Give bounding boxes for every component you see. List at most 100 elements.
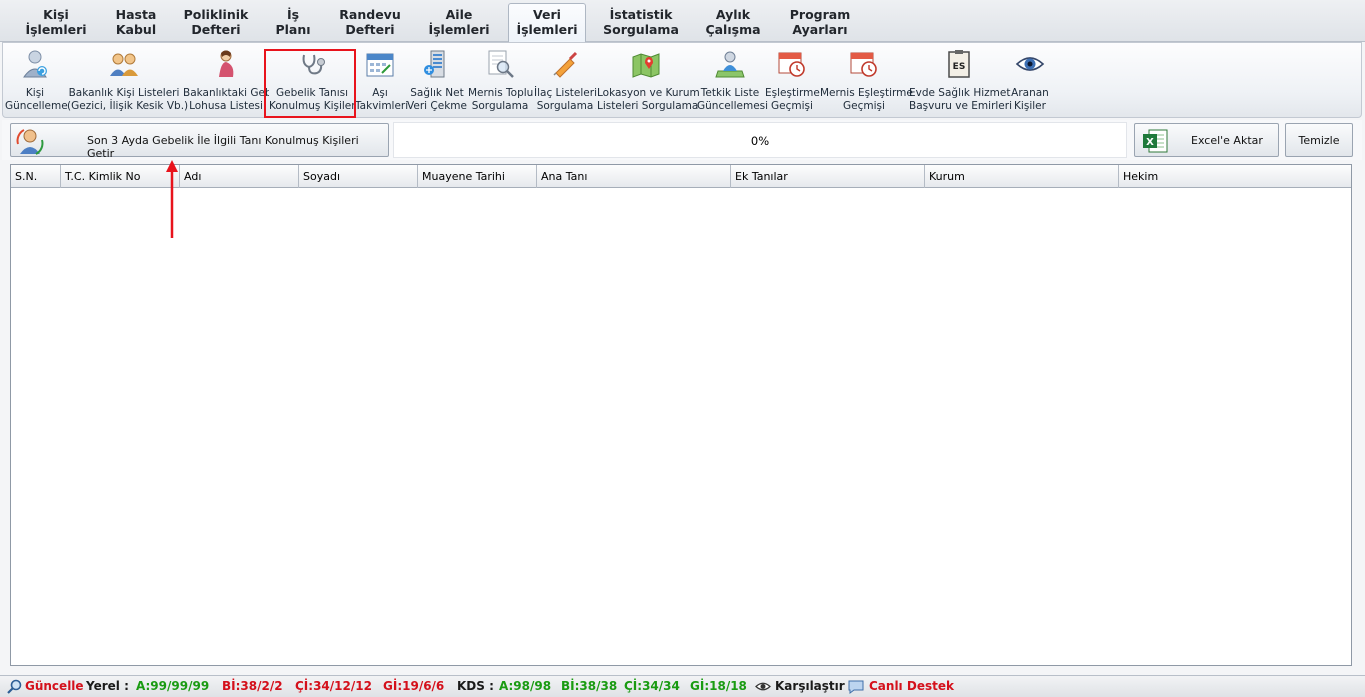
yerel-label: Yerel :	[86, 679, 129, 693]
tab-label: İşlemleri	[25, 22, 87, 37]
ribbon-label: Evde Sağlık Hizmet	[909, 87, 1011, 99]
ribbon-label: Bakanlıktaki Gebe	[183, 87, 269, 99]
kds-bi-value: Bİ:38/38	[561, 679, 618, 693]
ribbon-label: Güncellemesi	[697, 100, 769, 112]
ilac-listeleri-sorgulama-button[interactable]: İlaç Listeleri Sorgulama	[534, 47, 597, 115]
map-icon	[632, 53, 660, 78]
kds-label: KDS :	[457, 679, 494, 693]
ribbon-label: Sorgulama	[471, 100, 529, 112]
tetkik-liste-guncellemesi-button[interactable]: Tetkik Liste Güncellemesi	[697, 47, 768, 115]
export-excel-button[interactable]: X Excel'e Aktar	[1134, 123, 1279, 157]
ribbon-label: Takvimleri	[355, 100, 409, 112]
column-header-kurum[interactable]: Kurum	[925, 165, 1119, 188]
gebe-lohusa-listesi-button[interactable]: Bakanlıktaki Gebe Lohusa Listesi	[183, 47, 269, 115]
ribbon-label: Kişi	[25, 87, 45, 99]
tab-is-plani[interactable]: İş Planı	[263, 4, 323, 42]
ribbon-label: Mernis Eşleştirme	[820, 87, 913, 99]
excel-icon: X	[1143, 129, 1168, 153]
tab-kisi-islemleri[interactable]: Kişi İşlemleri	[22, 4, 90, 42]
people-group-icon	[110, 53, 138, 76]
ribbon-label: (Gezici, İlişik Kesik Vb.)	[67, 100, 189, 112]
person-map-icon	[715, 51, 745, 78]
ribbon-label: Güncelleme	[5, 100, 68, 112]
tab-label: Veri	[533, 7, 561, 22]
kds-ci-value: Çİ:34/34	[624, 679, 680, 693]
tab-label: Defteri	[191, 22, 241, 37]
tab-label: Kişi	[43, 7, 69, 22]
mernis-eslestirme-gecmisi-button[interactable]: Mernis Eşleştirme Geçmişi	[820, 47, 913, 115]
ribbon-label: Başvuru ve Emirleri	[909, 100, 1013, 112]
main-tab-bar: Kişi İşlemleri Hasta Kabul Poliklinik Defte…	[0, 0, 1365, 42]
ribbon-label: Sağlık Net	[410, 87, 464, 99]
yerel-bi-value: Bİ:38/2/2	[222, 679, 283, 693]
evde-saglik-hizmet-button[interactable]: ES Evde Sağlık Hizmet Başvuru ve Emirleri	[909, 47, 1013, 115]
yerel-a-value: A:99/99/99	[136, 679, 210, 693]
column-header-ana-tani[interactable]: Ana Tanı	[537, 165, 731, 188]
aranan-kisiler-button[interactable]: Aranan Kişiler	[1007, 47, 1053, 115]
ribbon-label: Veri Çekme	[407, 100, 467, 112]
tab-label: Poliklinik	[183, 7, 249, 22]
clear-button-label: Temizle	[1298, 133, 1340, 147]
tab-hasta-kabul[interactable]: Hasta Kabul	[103, 4, 169, 42]
tab-randevu-defteri[interactable]: Randevu Defteri	[334, 4, 406, 42]
tab-program-ayarlari[interactable]: Program Ayarları	[784, 4, 856, 42]
tab-aile-islemleri[interactable]: Aile İşlemleri	[424, 4, 494, 42]
annotation-arrow	[166, 160, 178, 238]
tab-label: Aylık	[715, 7, 751, 22]
mernis-toplu-sorgulama-button[interactable]: Mernis Toplu Sorgulama	[468, 47, 533, 115]
bakanlik-kisi-listeleri-button[interactable]: Bakanlık Kişi Listeleri (Gezici, İlişik K…	[67, 47, 188, 115]
search-icon	[7, 679, 22, 694]
kisi-guncelleme-button[interactable]: Kişi Güncelleme	[5, 47, 68, 115]
syringe-icon	[553, 51, 578, 78]
ribbon-label: Lokasyon ve Kurum	[597, 87, 700, 99]
column-header-hekim[interactable]: Hekim	[1119, 165, 1351, 188]
tab-label: Defteri	[345, 22, 395, 37]
column-header-adi[interactable]: Adı	[180, 165, 299, 188]
status-bar: Güncelle Yerel : A:99/99/99 Bİ:38/2/2 Çİ…	[0, 675, 1365, 697]
progress-text: 0%	[750, 134, 770, 148]
ribbon-label: Tetkik Liste	[700, 87, 760, 99]
clear-button[interactable]: Temizle	[1285, 123, 1353, 157]
calendar-icon	[366, 53, 394, 77]
tab-poliklinik-defteri[interactable]: Poliklinik Defteri	[180, 4, 252, 42]
kds-a-value: A:98/98	[499, 679, 552, 693]
compare-link[interactable]: Karşılaştır	[775, 676, 845, 697]
live-support-link[interactable]: Canlı Destek	[869, 676, 954, 697]
tab-label: Planı	[275, 22, 311, 37]
ribbon-label: Bakanlık Kişi Listeleri	[68, 87, 180, 99]
guncelle-link[interactable]: Güncelle	[25, 676, 84, 697]
tab-veri-islemleri[interactable]: Veri İşlemleri	[508, 3, 586, 42]
saglik-net-veri-cekme-button[interactable]: Sağlık Net Veri Çekme	[406, 47, 468, 115]
ribbon-label: Geçmişi	[843, 100, 885, 112]
tab-istatistik-sorgulama[interactable]: İstatistik Sorgulama	[600, 4, 682, 42]
tab-label: Program	[789, 7, 851, 22]
ribbon-label: Eşleştirme	[765, 87, 820, 99]
ribbon-label: Geçmişi	[771, 100, 813, 112]
column-header-muayene-tarihi[interactable]: Muayene Tarihi	[418, 165, 537, 188]
tab-label: Randevu	[339, 7, 401, 22]
calendar-clock-icon	[850, 52, 877, 77]
column-header-sn[interactable]: S.N.	[11, 165, 61, 188]
progress-indicator: 0%	[393, 122, 1127, 158]
ribbon-label: Aranan	[1011, 87, 1049, 99]
calendar-clock-icon	[778, 52, 805, 77]
ribbon-label: Aşı	[372, 87, 388, 99]
tab-label: Ayarları	[792, 22, 848, 37]
svg-text:ES: ES	[953, 62, 966, 72]
fetch-pregnancy-patients-button[interactable]: Son 3 Ayda Gebelik İle İlgili Tanı Konul…	[10, 123, 389, 160]
column-header-soyadi[interactable]: Soyadı	[299, 165, 418, 188]
asi-takvimleri-button[interactable]: Aşı Takvimleri	[355, 47, 409, 115]
chat-bubble-icon	[848, 680, 864, 694]
tab-label: Aile	[445, 7, 473, 22]
tab-label: İşlemleri	[516, 22, 578, 37]
kds-gi-value: Gİ:18/18	[690, 679, 747, 693]
results-grid[interactable]: S.N. T.C. Kimlik No Adı Soyadı Muayene T…	[10, 164, 1352, 666]
lokasyon-kurum-sorgulama-button[interactable]: Lokasyon ve Kurum Listeleri Sorgulama	[597, 47, 700, 115]
eye-icon	[755, 682, 771, 691]
eslestirme-gecmisi-button[interactable]: Eşleştirme Geçmişi	[765, 47, 820, 115]
es-clipboard-icon: ES	[948, 50, 970, 78]
column-header-ek-tanilar[interactable]: Ek Tanılar	[731, 165, 925, 188]
tab-label: İş	[286, 7, 300, 22]
tab-aylik-calisma[interactable]: Aylık Çalışma	[700, 4, 766, 42]
highlight-box	[264, 49, 356, 118]
